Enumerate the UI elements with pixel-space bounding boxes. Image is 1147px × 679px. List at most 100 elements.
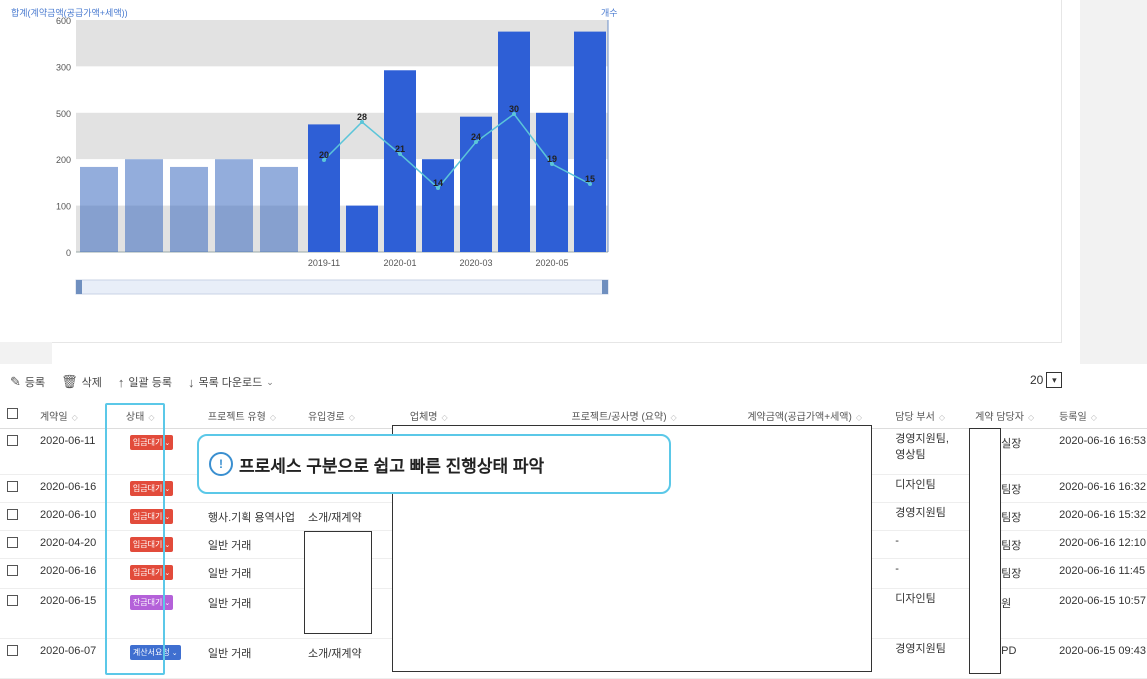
range-slider-track[interactable] <box>75 279 609 295</box>
delete-button[interactable]: 🗑 삭제 <box>61 374 102 390</box>
row-checkbox[interactable] <box>7 509 18 520</box>
inflow-channel: 소개/재계약 <box>295 638 386 679</box>
contract-date: 2020-06-16 <box>27 558 112 589</box>
registered-at: 2020-06-16 11:45 <box>1057 558 1147 589</box>
registered-at: 2020-06-15 09:43 <box>1057 638 1147 679</box>
col-channel[interactable]: 유입경로 ◇ <box>295 402 386 429</box>
upload-icon: ↑ <box>117 374 125 390</box>
pencil-icon: ✎ <box>10 374 21 389</box>
x-tick-label: 2019-11 <box>308 258 340 268</box>
contract-date: 2020-06-07 <box>27 638 112 679</box>
col-contract-date[interactable]: 계약일 ◇ <box>27 402 112 429</box>
chevron-down-icon[interactable]: ▾ <box>1046 372 1063 388</box>
chart-panel: 합계(계약금액(공급가액+세액)) 개수 600 300 500 200 100 0 20… <box>4 0 1062 343</box>
col-department[interactable]: 담당 부서 ◇ <box>885 402 972 429</box>
row-checkbox[interactable] <box>7 537 18 548</box>
row-checkbox[interactable] <box>7 595 18 606</box>
row-checkbox[interactable] <box>7 645 18 656</box>
count-label: 19 <box>547 154 557 164</box>
department: 경영지원팀 <box>885 502 972 531</box>
count-label: 20 <box>319 150 329 160</box>
registered-at: 2020-06-16 16:53 <box>1057 428 1147 475</box>
department: 디자인팀 <box>885 474 972 503</box>
sort-icon: ◇ <box>938 412 945 422</box>
page-size-select[interactable]: 20 ▾ <box>1030 372 1063 388</box>
sort-icon: ◇ <box>348 412 355 422</box>
row-checkbox[interactable] <box>7 565 18 576</box>
x-tick-label: 2020-03 <box>459 258 492 268</box>
y-tick-label: 0 <box>66 248 71 258</box>
chevron-down-icon: ⌄ <box>164 570 171 577</box>
sort-icon: ◇ <box>441 412 448 422</box>
download-list-button[interactable]: ↓ 목록 다운로드 ⌄ <box>188 374 274 390</box>
sort-icon: ◇ <box>855 412 862 422</box>
contract-date: 2020-04-20 <box>27 530 112 559</box>
bar[interactable] <box>346 205 378 252</box>
chevron-down-icon: ⌄ <box>164 514 171 521</box>
contract-chart: 600 300 500 200 100 0 20 28 21 14 24 30 19 15 2019-1… <box>56 16 609 295</box>
download-list-label: 목록 다운로드 <box>198 377 263 389</box>
row-checkbox[interactable] <box>7 481 18 492</box>
project-type: 일반 거래 <box>195 588 296 639</box>
chevron-down-icon: ⌄ <box>164 600 171 607</box>
range-slider-right-handle[interactable] <box>602 280 608 294</box>
bar[interactable] <box>215 159 253 252</box>
bar[interactable] <box>308 124 340 252</box>
select-all-checkbox[interactable] <box>7 408 18 419</box>
count-label: 30 <box>509 104 519 114</box>
trash-icon: 🗑 <box>61 374 78 389</box>
chevron-down-icon: ⌄ <box>164 440 171 447</box>
left-gutter <box>0 342 52 364</box>
exclamation-circle-icon: ! <box>209 452 233 476</box>
bar[interactable] <box>422 159 454 252</box>
y-tick-label: 500 <box>56 109 71 119</box>
project-type: 일반 거래 <box>195 530 296 559</box>
inflow-channel: 소개/재계약 <box>295 502 386 531</box>
bar[interactable] <box>170 166 208 252</box>
bar[interactable] <box>498 31 530 252</box>
callout-text: 프로세스 구분으로 쉽고 빠른 진행상태 파악 <box>239 456 545 476</box>
range-slider-left-handle[interactable] <box>76 280 82 294</box>
sort-icon: ◇ <box>71 412 78 422</box>
project-type: 일반 거래 <box>195 638 296 679</box>
col-registered[interactable]: 등록일 ◇ <box>1057 402 1147 429</box>
col-project-type[interactable]: 프로젝트 유형 ◇ <box>195 402 296 429</box>
bar[interactable] <box>80 166 118 252</box>
bulk-register-button[interactable]: ↑ 일괄 등록 <box>118 374 172 390</box>
registered-at: 2020-06-16 16:32 <box>1057 474 1147 503</box>
y-tick-label: 600 <box>56 16 71 26</box>
redacted-area <box>969 428 1001 674</box>
status-column-highlight <box>105 403 165 675</box>
delete-label: 삭제 <box>81 377 102 389</box>
bar[interactable] <box>260 166 298 252</box>
download-icon: ↓ <box>187 374 195 390</box>
row-checkbox[interactable] <box>7 435 18 446</box>
project-type: 일반 거래 <box>195 558 296 589</box>
chevron-down-icon: ⌄ <box>171 650 178 657</box>
count-label: 21 <box>395 144 405 154</box>
x-tick-label: 2020-05 <box>535 258 568 268</box>
y-tick-label: 100 <box>56 202 71 212</box>
department: 디자인팀 <box>885 588 972 639</box>
bar[interactable] <box>536 112 568 252</box>
bar[interactable] <box>125 159 163 252</box>
col-manager[interactable]: 계약 담당자 ◇ <box>971 402 1058 429</box>
y-tick-label: 300 <box>56 62 71 72</box>
y-tick-label: 200 <box>56 155 71 165</box>
chevron-down-icon: ⌄ <box>266 376 274 387</box>
count-label: 28 <box>357 112 367 122</box>
register-button[interactable]: ✎ 등록 <box>10 374 45 390</box>
bar[interactable] <box>574 31 606 252</box>
bar[interactable] <box>384 70 416 253</box>
chevron-down-icon: ⌄ <box>164 486 171 493</box>
redacted-area <box>304 531 372 634</box>
count-label: 14 <box>433 178 443 188</box>
department: - <box>885 558 972 589</box>
sort-icon: ◇ <box>1090 412 1097 422</box>
right-gutter <box>1080 0 1147 364</box>
department: 경영지원팀 <box>885 638 972 679</box>
registered-at: 2020-06-16 12:10 <box>1057 530 1147 559</box>
project-type: 행사.기획 용역사업 <box>195 502 296 531</box>
callout-bubble: ! 프로세스 구분으로 쉽고 빠른 진행상태 파악 <box>197 434 671 494</box>
x-tick-label: 2020-01 <box>383 258 416 268</box>
